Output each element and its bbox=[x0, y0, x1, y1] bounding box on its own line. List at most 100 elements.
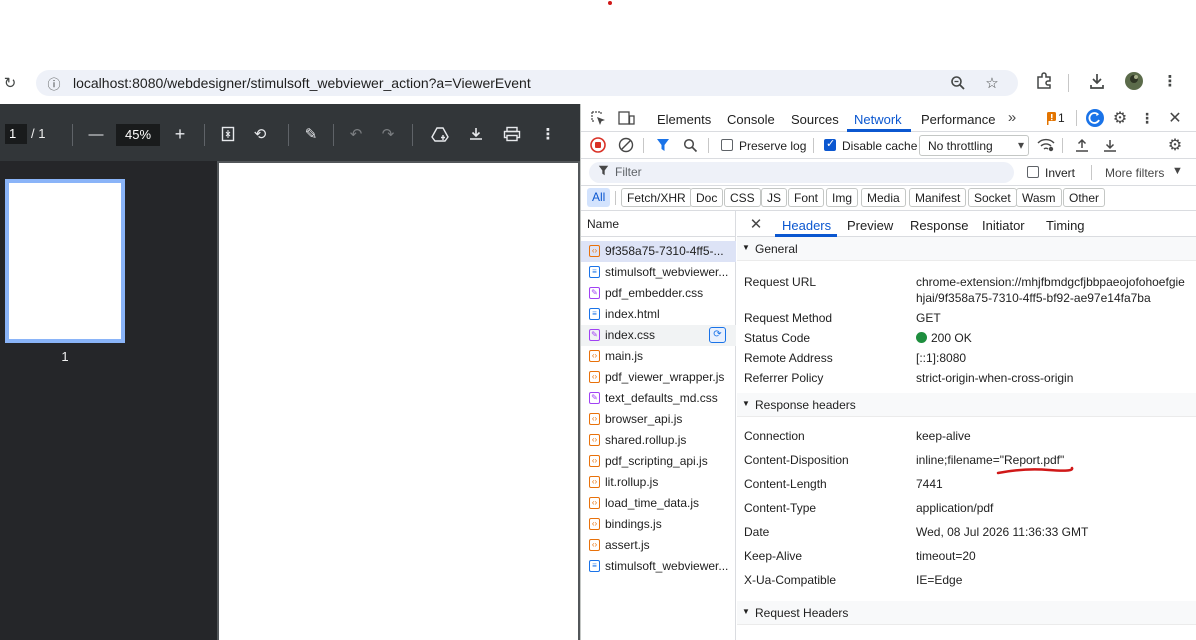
tab-performance[interactable]: Performance bbox=[921, 112, 995, 127]
response-headers-section-header[interactable]: Response headers bbox=[737, 393, 1196, 417]
close-details-icon[interactable]: ✕ bbox=[747, 215, 765, 233]
request-headers-section-header[interactable]: Request Headers bbox=[737, 601, 1196, 625]
settings-gear-icon[interactable]: ⚙ bbox=[1111, 109, 1129, 127]
more-tabs-icon[interactable]: » bbox=[1003, 108, 1021, 126]
annotate-pen-icon[interactable]: ✎ bbox=[301, 124, 321, 144]
zoom-in-icon[interactable]: + bbox=[170, 124, 190, 144]
request-row[interactable]: ‹› bindings.js bbox=[581, 514, 736, 535]
rotate-icon[interactable]: ⟲ bbox=[250, 124, 270, 144]
fit-page-icon[interactable] bbox=[218, 124, 238, 144]
invert-checkbox[interactable] bbox=[1027, 166, 1039, 178]
network-settings-gear-icon[interactable]: ⚙ bbox=[1166, 136, 1184, 154]
import-har-icon[interactable] bbox=[1073, 136, 1091, 154]
request-row[interactable]: ≡ stimulsoft_webviewer... bbox=[581, 262, 736, 283]
tab-response[interactable]: Response bbox=[910, 218, 969, 233]
print-icon[interactable] bbox=[502, 124, 522, 144]
type-filter-js[interactable]: JS bbox=[761, 188, 788, 207]
tab-preview[interactable]: Preview bbox=[847, 218, 893, 233]
type-filter-img[interactable]: Img bbox=[826, 188, 859, 207]
download-icon[interactable] bbox=[466, 124, 486, 144]
status-code-label: Status Code bbox=[744, 331, 811, 345]
profile-avatar[interactable] bbox=[1124, 71, 1144, 91]
request-row[interactable]: ‹› shared.rollup.js bbox=[581, 430, 736, 451]
request-row[interactable]: ✎ text_defaults_md.css bbox=[581, 388, 736, 409]
type-filter-other[interactable]: Other bbox=[1063, 188, 1106, 207]
inspect-element-icon[interactable] bbox=[589, 109, 607, 127]
browser-menu-icon[interactable]: ⋮ bbox=[1160, 71, 1180, 91]
type-filter-manifest[interactable]: Manifest bbox=[909, 188, 967, 207]
filter-input[interactable]: Filter bbox=[589, 162, 1014, 183]
undo-icon[interactable]: ↶ bbox=[346, 124, 366, 144]
doc-file-icon: ≡ bbox=[589, 560, 600, 572]
more-actions-icon[interactable]: ⋮ bbox=[538, 124, 558, 144]
filter-funnel-icon[interactable] bbox=[654, 136, 672, 154]
tab-sources[interactable]: Sources bbox=[791, 112, 839, 127]
zoom-level-input[interactable]: 45% bbox=[116, 124, 160, 146]
request-row[interactable]: ✎ pdf_embedder.css bbox=[581, 283, 736, 304]
redo-icon[interactable]: ↷ bbox=[378, 124, 398, 144]
type-filter-socket[interactable]: Socket bbox=[968, 188, 1017, 207]
request-row[interactable]: ‹› 9f358a75-7310-4ff5-... bbox=[581, 241, 736, 262]
js-file-icon: ‹› bbox=[589, 455, 600, 467]
disable-cache-checkbox[interactable] bbox=[824, 137, 836, 151]
request-row[interactable]: ≡ index.html bbox=[581, 304, 736, 325]
record-stop-icon[interactable] bbox=[589, 136, 607, 154]
general-section-header[interactable]: General bbox=[737, 237, 1196, 261]
pdf-page bbox=[219, 163, 578, 640]
export-har-icon[interactable] bbox=[1101, 136, 1119, 154]
type-filter-css[interactable]: CSS bbox=[724, 188, 761, 207]
request-row[interactable]: ‹› browser_api.js bbox=[581, 409, 736, 430]
request-row[interactable]: ‹› assert.js bbox=[581, 535, 736, 556]
address-bar[interactable]: ⓘ localhost:8080/webdesigner/stimulsoft_… bbox=[36, 70, 1018, 96]
tab-console[interactable]: Console bbox=[727, 112, 775, 127]
request-row[interactable]: ‹› load_time_data.js bbox=[581, 493, 736, 514]
override-content-icon[interactable]: ⟳ bbox=[709, 327, 726, 343]
search-icon[interactable] bbox=[681, 136, 699, 154]
type-filter-fetch-xhr[interactable]: Fetch/XHR bbox=[621, 188, 692, 207]
site-info-icon[interactable]: ⓘ bbox=[44, 73, 64, 93]
type-filter-wasm[interactable]: Wasm bbox=[1016, 188, 1062, 207]
tab-network[interactable]: Network bbox=[854, 112, 902, 127]
device-toolbar-icon[interactable] bbox=[617, 109, 635, 127]
clear-icon[interactable] bbox=[617, 136, 635, 154]
tab-initiator[interactable]: Initiator bbox=[982, 218, 1025, 233]
type-filter-doc[interactable]: Doc bbox=[690, 188, 724, 207]
request-row[interactable]: ✎ index.css ⟳ bbox=[581, 325, 736, 346]
devtools-tab-bar: Elements Console Sources Network Perform… bbox=[581, 104, 1196, 132]
extensions-icon[interactable] bbox=[1034, 71, 1054, 91]
more-filters-chevron-icon[interactable]: ▼ bbox=[1172, 165, 1183, 177]
tab-headers[interactable]: Headers bbox=[782, 218, 831, 233]
more-filters-dropdown[interactable]: More filters bbox=[1105, 166, 1164, 180]
tab-divider bbox=[1076, 110, 1077, 126]
page-thumbnail[interactable] bbox=[5, 179, 125, 343]
response-header-value: application/pdf bbox=[916, 501, 994, 515]
downloads-icon[interactable] bbox=[1087, 71, 1107, 91]
request-method-label: Request Method bbox=[744, 311, 833, 325]
save-to-drive-icon[interactable] bbox=[430, 124, 450, 144]
request-row[interactable]: ≡ stimulsoft_webviewer... bbox=[581, 556, 736, 577]
network-conditions-icon[interactable] bbox=[1037, 136, 1055, 154]
zoom-out-icon[interactable]: — bbox=[86, 124, 106, 144]
request-name: 9f358a75-7310-4ff5-... bbox=[605, 244, 724, 258]
request-row[interactable]: ‹› pdf_viewer_wrapper.js bbox=[581, 367, 736, 388]
type-filter-font[interactable]: Font bbox=[788, 188, 825, 207]
request-url-value-line1: chrome-extension://mhjfbmdgcfjbbpaeojofo… bbox=[916, 275, 1185, 289]
tab-elements[interactable]: Elements bbox=[657, 112, 711, 127]
name-column-header[interactable]: Name bbox=[581, 211, 736, 237]
zoom-icon[interactable] bbox=[948, 73, 968, 93]
type-filter-media[interactable]: Media bbox=[861, 188, 906, 207]
type-filter-all[interactable]: All bbox=[587, 188, 611, 207]
request-row[interactable]: ‹› pdf_scripting_api.js bbox=[581, 451, 736, 472]
close-devtools-icon[interactable]: ✕ bbox=[1166, 109, 1184, 127]
preserve-log-checkbox[interactable] bbox=[721, 139, 733, 151]
extension-devtools-icon[interactable] bbox=[1085, 108, 1105, 128]
red-dot-mark bbox=[608, 1, 612, 5]
page-number-input[interactable]: 1 bbox=[5, 124, 27, 144]
request-row[interactable]: ‹› main.js bbox=[581, 346, 736, 367]
request-row[interactable]: ‹› lit.rollup.js bbox=[581, 472, 736, 493]
tab-timing[interactable]: Timing bbox=[1046, 218, 1085, 233]
throttling-select[interactable]: No throttling bbox=[919, 135, 1029, 156]
bookmark-star-icon[interactable]: ☆ bbox=[982, 73, 1002, 93]
devtools-menu-icon[interactable]: ⋮ bbox=[1138, 109, 1156, 127]
reload-icon[interactable]: ↻ bbox=[0, 73, 20, 93]
